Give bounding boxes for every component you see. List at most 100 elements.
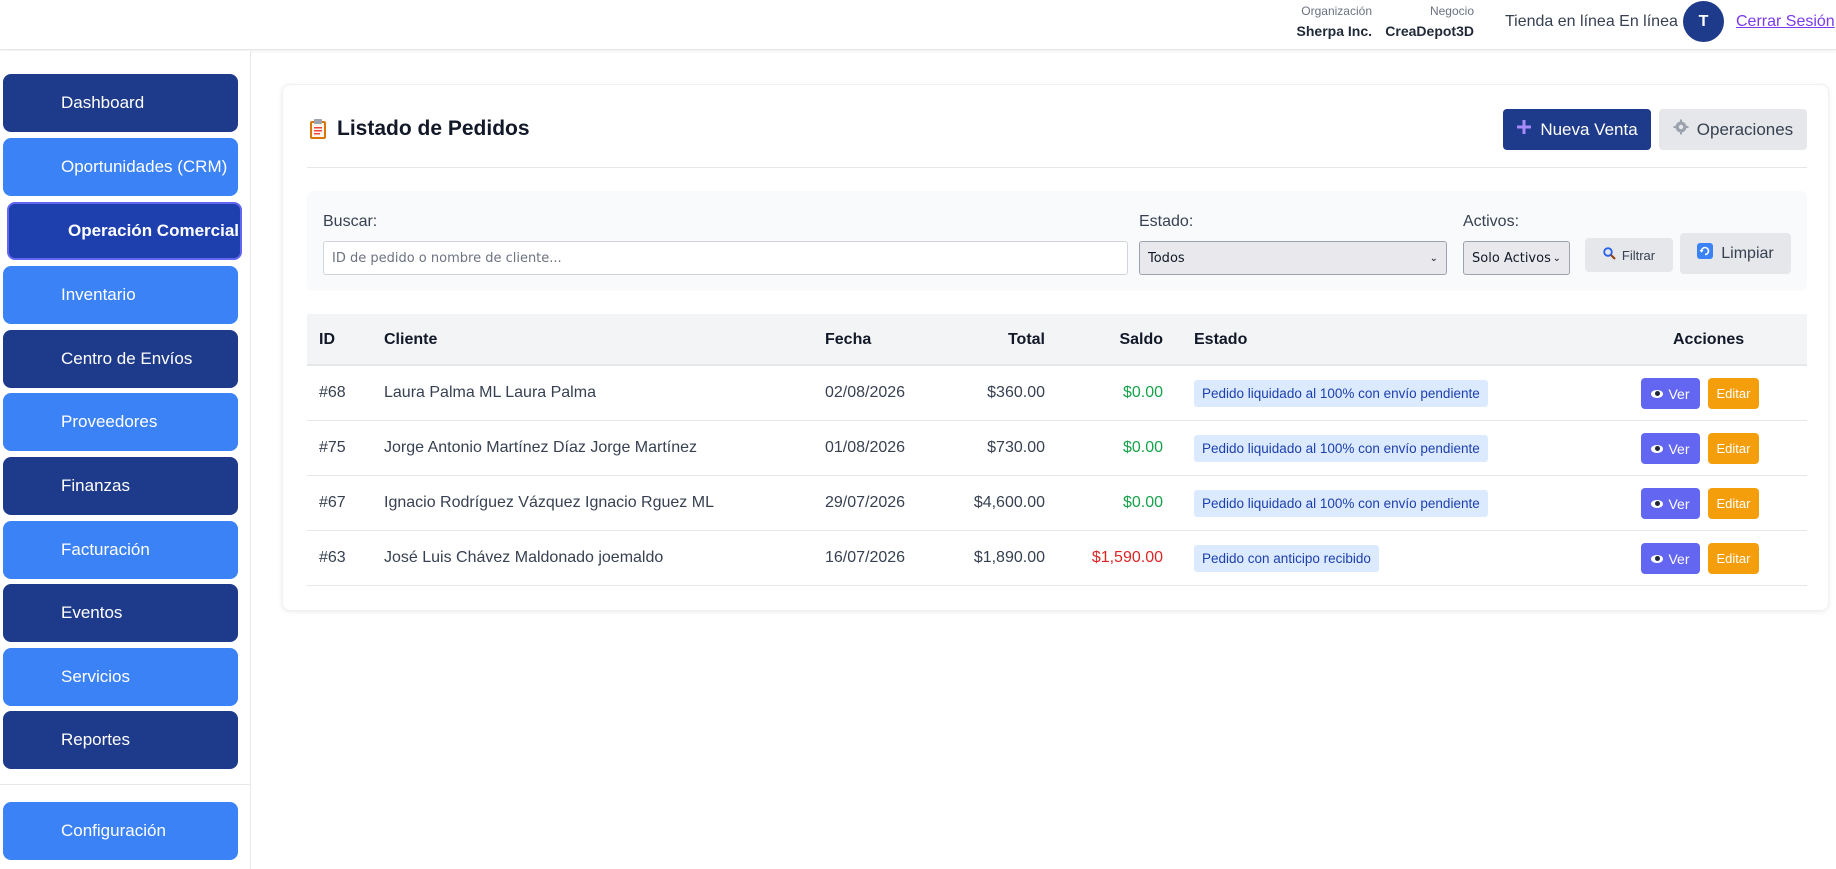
operations-button[interactable]: Operaciones [1659, 109, 1807, 150]
order-id: #75 [319, 439, 346, 456]
sidebar-item-inventory[interactable]: Inventario [3, 266, 238, 324]
new-sale-label: Nueva Venta [1540, 119, 1638, 139]
order-total: $730.00 [987, 439, 1045, 456]
order-total: $360.00 [987, 384, 1045, 401]
status-badge: Pedido liquidado al 100% con envío pendi… [1194, 380, 1488, 407]
status-select[interactable]: Todos ⌄ [1139, 241, 1447, 275]
view-button[interactable]: Ver [1641, 378, 1700, 409]
order-total: $4,600.00 [973, 494, 1045, 511]
orders-table: ID Cliente Fecha Total Saldo Estado Acci… [307, 314, 1807, 586]
filter-label: Filtrar [1621, 247, 1656, 263]
eye-icon [1651, 554, 1664, 563]
search-label: Buscar: [323, 213, 378, 230]
order-client: José Luis Chávez Maldonado joemaldo [384, 549, 664, 566]
active-select[interactable]: Solo Activos ⌄ [1463, 241, 1570, 275]
sidebar-item-reports[interactable]: Reportes [3, 711, 238, 769]
order-balance: $0.00 [1122, 494, 1163, 511]
organization-block[interactable]: Organización Sherpa Inc. [1290, 3, 1372, 43]
table-header: ID Cliente Fecha Total Saldo Estado Acci… [307, 314, 1807, 366]
order-id: #68 [319, 384, 346, 401]
column-header-balance[interactable]: Saldo [1063, 331, 1163, 349]
sidebar-item-crm[interactable]: Oportunidades (CRM) [3, 138, 238, 196]
view-label: Ver [1668, 440, 1690, 457]
column-header-actions: Acciones [1673, 331, 1745, 348]
order-client: Ignacio Rodríguez Vázquez Ignacio Rguez … [384, 494, 714, 511]
sidebar-divider [0, 784, 251, 785]
eye-icon [1651, 444, 1664, 453]
plus-icon [1516, 119, 1532, 140]
order-balance: $1,590.00 [1091, 549, 1163, 566]
header-divider [307, 167, 1807, 168]
sidebar-item-suppliers[interactable]: Proveedores [3, 393, 238, 451]
table-row: #67 Ignacio Rodríguez Vázquez Ignacio Rg… [307, 476, 1807, 531]
edit-button[interactable]: Editar [1708, 543, 1759, 574]
status-label: Estado: [1139, 213, 1194, 230]
order-client: Laura Palma ML Laura Palma [384, 384, 596, 401]
sidebar-item-events[interactable]: Eventos [3, 584, 238, 642]
column-header-client[interactable]: Cliente [384, 331, 437, 349]
business-block[interactable]: Negocio CreaDepot3D [1380, 3, 1474, 43]
sidebar-item-dashboard[interactable]: Dashboard [3, 74, 238, 132]
order-balance: $0.00 [1122, 439, 1163, 456]
sidebar-item-shipping-center[interactable]: Centro de Envíos [3, 330, 238, 388]
sidebar-item-finance[interactable]: Finanzas [3, 457, 238, 515]
sidebar-item-services[interactable]: Servicios [3, 648, 238, 706]
view-label: Ver [1668, 385, 1690, 402]
gear-icon [1673, 119, 1689, 140]
order-id: #63 [319, 549, 346, 566]
sidebar-item-commercial-operation[interactable]: Operación Comercial [7, 202, 242, 260]
eye-icon [1651, 499, 1664, 508]
status-select-value: Todos [1148, 250, 1185, 266]
sidebar-item-settings[interactable]: Configuración [3, 802, 238, 860]
edit-button[interactable]: Editar [1708, 378, 1759, 409]
eye-icon [1651, 389, 1664, 398]
view-button[interactable]: Ver [1641, 543, 1700, 574]
column-header-status[interactable]: Estado [1194, 331, 1247, 349]
logout-link[interactable]: Cerrar Sesión [1736, 12, 1835, 32]
organization-label: Organización [1301, 4, 1372, 18]
refresh-icon [1697, 243, 1714, 264]
top-bar: Organización Sherpa Inc. Negocio CreaDep… [0, 0, 1836, 50]
view-label: Ver [1668, 550, 1690, 567]
filters-panel: Buscar: ID de pedido o nombre de cliente… [307, 191, 1807, 291]
clipboard-icon [309, 118, 327, 140]
column-header-id[interactable]: ID [319, 331, 335, 349]
orders-card: Listado de Pedidos Nueva Venta Operacion… [282, 84, 1829, 611]
table-row: #63 José Luis Chávez Maldonado joemaldo … [307, 531, 1807, 586]
column-header-total[interactable]: Total [945, 331, 1045, 349]
store-status: Tienda en línea En línea [1505, 13, 1678, 30]
table-row: #68 Laura Palma ML Laura Palma 02/08/202… [307, 366, 1807, 421]
order-date: 01/08/2026 [825, 439, 906, 456]
order-date: 16/07/2026 [825, 549, 906, 566]
order-id: #67 [319, 494, 346, 511]
avatar[interactable]: T [1683, 1, 1724, 42]
status-badge: Pedido liquidado al 100% con envío pendi… [1194, 490, 1488, 517]
business-label: Negocio [1429, 4, 1474, 18]
clear-label: Limpiar [1721, 244, 1774, 262]
view-button[interactable]: Ver [1641, 433, 1700, 464]
order-total: $1,890.00 [973, 549, 1045, 566]
chevron-down-icon: ⌄ [1552, 252, 1561, 264]
new-sale-button[interactable]: Nueva Venta [1503, 109, 1651, 150]
table-row: #75 Jorge Antonio Martínez Díaz Jorge Ma… [307, 421, 1807, 476]
organization-value: Sherpa Inc. [1296, 23, 1372, 39]
business-value: CreaDepot3D [1385, 23, 1474, 39]
status-badge: Pedido con anticipo recibido [1194, 545, 1379, 572]
order-client: Jorge Antonio Martínez Díaz Jorge Martín… [384, 439, 698, 456]
order-balance: $0.00 [1122, 384, 1163, 401]
clear-button[interactable]: Limpiar [1680, 233, 1791, 274]
edit-button[interactable]: Editar [1708, 488, 1759, 519]
active-label: Activos: [1463, 213, 1520, 230]
order-date: 02/08/2026 [825, 384, 906, 401]
active-select-value: Solo Activos [1472, 250, 1551, 266]
filter-button[interactable]: Filtrar [1585, 238, 1673, 272]
order-date: 29/07/2026 [825, 494, 906, 511]
chevron-down-icon: ⌄ [1429, 252, 1438, 264]
search-input[interactable]: ID de pedido o nombre de cliente... [323, 241, 1128, 275]
edit-button[interactable]: Editar [1708, 433, 1759, 464]
view-button[interactable]: Ver [1641, 488, 1700, 519]
sidebar-item-billing[interactable]: Facturación [3, 521, 238, 579]
column-header-date[interactable]: Fecha [825, 331, 871, 349]
status-badge: Pedido liquidado al 100% con envío pendi… [1194, 435, 1488, 462]
view-label: Ver [1668, 495, 1690, 512]
